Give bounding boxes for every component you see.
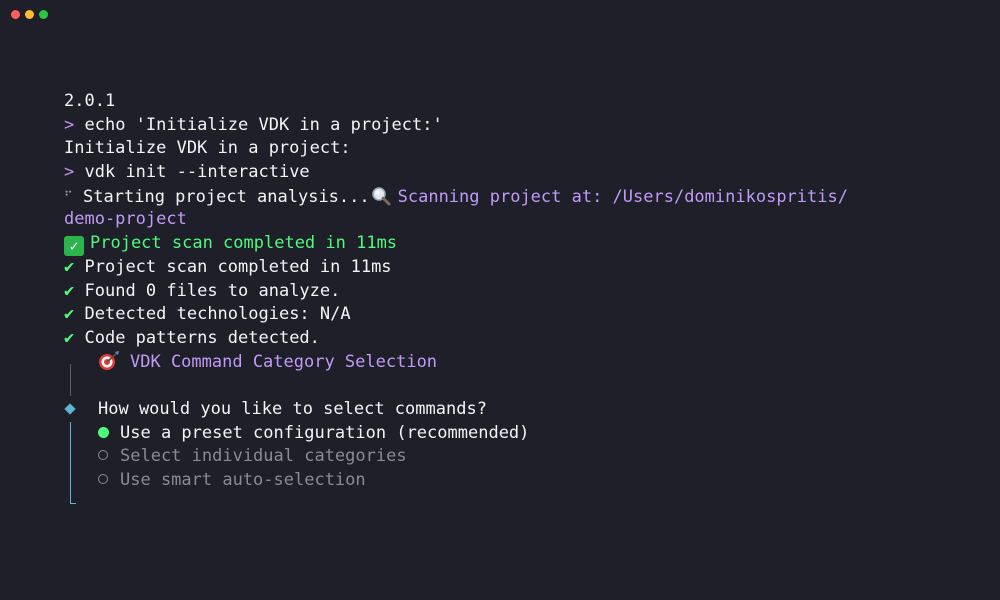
check-line: ✔ Code patterns detected. bbox=[64, 327, 964, 351]
command-text: vdk init --interactive bbox=[84, 162, 310, 183]
command-text: echo 'Initialize VDK in a project:' bbox=[84, 114, 443, 135]
version-line: 2.0.1 bbox=[64, 90, 964, 114]
check-text: Found 0 files to analyze. bbox=[84, 280, 341, 301]
scanning-line-cont: demo-project bbox=[64, 208, 964, 232]
check-icon: ✔ bbox=[64, 256, 75, 277]
check-line: ✔ Found 0 files to analyze. bbox=[64, 280, 964, 304]
tree-guide-foot bbox=[70, 503, 76, 504]
output-line-1: Initialize VDK in a project: bbox=[64, 137, 964, 161]
check-text: Project scan completed in 11ms bbox=[84, 256, 392, 277]
minimize-window-button[interactable] bbox=[25, 10, 34, 19]
magnifying-glass-icon bbox=[370, 186, 392, 206]
check-text: Code patterns detected. bbox=[84, 327, 320, 348]
option-label[interactable]: Select individual categories bbox=[120, 446, 407, 466]
analysis-text: Starting project analysis... bbox=[83, 186, 370, 207]
check-line: ✔ Project scan completed in 11ms bbox=[64, 256, 964, 280]
version-text: 2.0.1 bbox=[64, 91, 116, 111]
output-text: Initialize VDK in a project: bbox=[64, 138, 351, 159]
check-icon: ✔ bbox=[64, 280, 75, 301]
scan-complete-line: ✓ Project scan completed in 11ms bbox=[64, 232, 964, 257]
scanning-path-cont: demo-project bbox=[64, 209, 187, 230]
radio-unselected-icon[interactable] bbox=[98, 450, 108, 461]
command-line-2: > vdk init --interactive bbox=[64, 161, 964, 185]
question-text: How would you like to select commands? bbox=[98, 398, 487, 419]
prompt-symbol: > bbox=[64, 114, 75, 135]
section-title: VDK Command Category Selection bbox=[130, 351, 438, 372]
radio-unselected-icon[interactable] bbox=[98, 474, 108, 484]
target-icon bbox=[98, 350, 120, 371]
option-smart[interactable]: Use smart auto-selection bbox=[64, 469, 964, 493]
option-individual[interactable]: Select individual categories bbox=[64, 445, 964, 469]
radio-selected-icon[interactable] bbox=[98, 426, 109, 438]
scanning-text: Scanning project at: /Users/dominikospri… bbox=[397, 186, 848, 207]
section-title-line: VDK Command Category Selection bbox=[64, 350, 964, 375]
scan-complete-text: Project scan completed in 11ms bbox=[90, 233, 398, 254]
check-line: ✔ Detected technologies: N/A bbox=[64, 303, 964, 327]
check-mark-button-icon: ✓ bbox=[64, 236, 84, 257]
terminal-window: 2.0.1 > echo 'Initialize VDK in a projec… bbox=[0, 0, 1000, 600]
command-line-1: > echo 'Initialize VDK in a project:' bbox=[64, 114, 964, 138]
check-icon: ✔ bbox=[64, 327, 75, 348]
option-preset[interactable]: Use a preset configuration (recommended) bbox=[64, 422, 964, 446]
check-text: Detected technologies: N/A bbox=[84, 304, 351, 325]
close-window-button[interactable] bbox=[11, 10, 20, 19]
check-icon: ✔ bbox=[64, 304, 75, 325]
option-label[interactable]: Use a preset configuration (recommended) bbox=[120, 423, 529, 443]
option-label[interactable]: Use smart auto-selection bbox=[120, 470, 366, 490]
analysis-line: ⠋ Starting project analysis... Scanning p… bbox=[64, 185, 964, 209]
question-line: How would you like to select commands? bbox=[64, 398, 964, 422]
terminal-output: 2.0.1 > echo 'Initialize VDK in a projec… bbox=[64, 90, 964, 493]
spinner-icon: ⠋ bbox=[64, 188, 73, 203]
zoom-window-button[interactable] bbox=[39, 10, 48, 19]
prompt-symbol: > bbox=[64, 162, 75, 183]
window-controls bbox=[11, 10, 48, 19]
